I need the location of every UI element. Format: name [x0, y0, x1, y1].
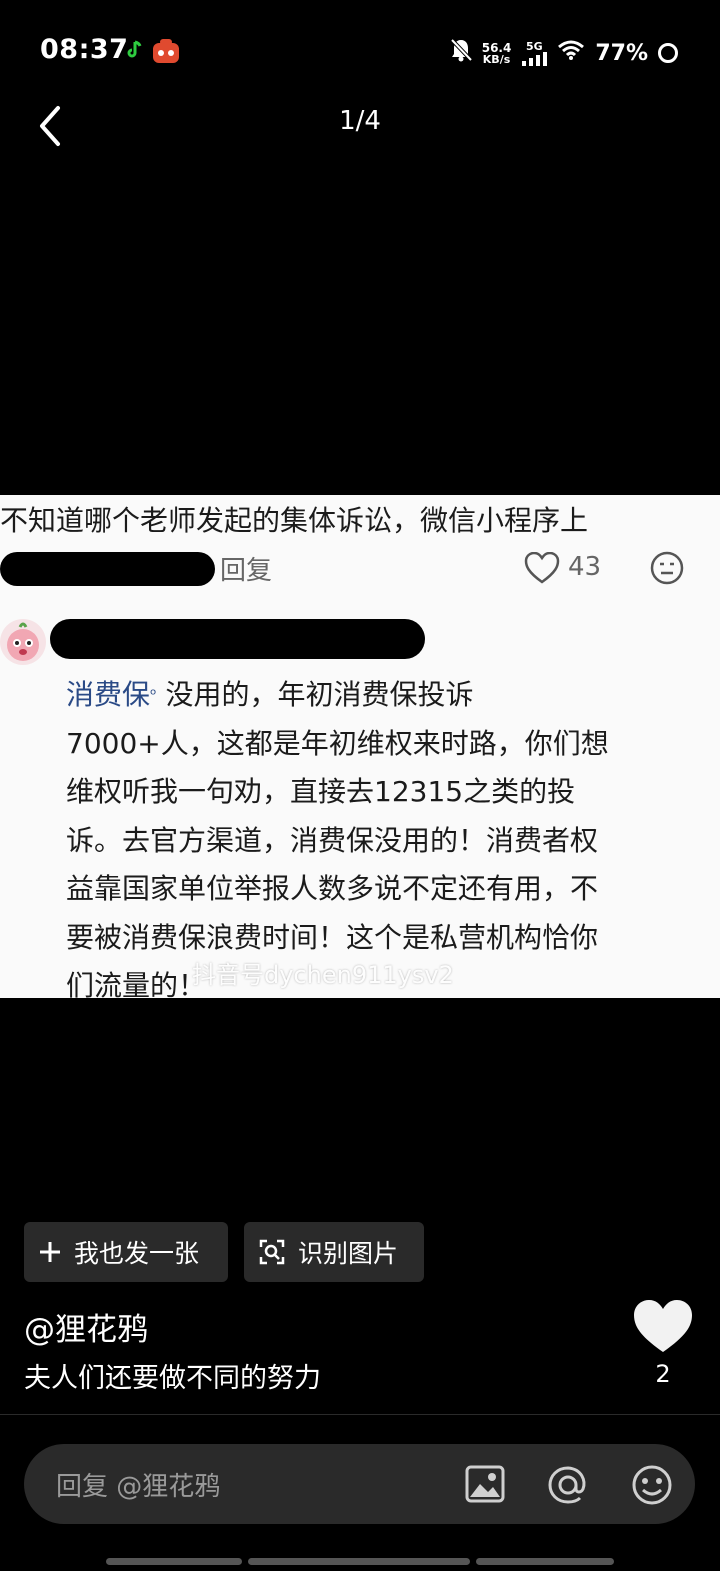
reply-label: 回复 — [220, 556, 273, 586]
search-icon: ᵒ — [150, 685, 157, 704]
heart-icon — [634, 1300, 692, 1352]
net-speed: 56.4 KB/s — [482, 42, 512, 65]
emoji-face-icon — [650, 551, 684, 589]
music-app-icon — [126, 40, 142, 64]
redacted-commenter-name — [50, 619, 425, 659]
post-author[interactable]: @狸花鸦 — [24, 1304, 148, 1349]
post-image-button[interactable]: 我也发一张 — [24, 1222, 228, 1282]
post-image-label: 我也发一张 — [74, 1239, 200, 1268]
watermark: 抖音号dychen911ysv2 — [192, 961, 454, 989]
redacted-username — [0, 552, 215, 586]
comment-body-line: 消费保ᵒ 没用的，年初消费保投诉 — [66, 671, 686, 720]
comment-body-line: 维权听我一句劝，直接去12315之类的投 — [66, 775, 576, 808]
comment-body-text: 没用的，年初消费保投诉 — [165, 678, 474, 711]
battery-icon — [658, 43, 678, 63]
image-counter: 1/4 — [339, 106, 381, 136]
bell-muted-icon — [450, 38, 473, 68]
recognize-image-button[interactable]: 识别图片 — [244, 1222, 424, 1282]
comment-body-line: 7000+人，这都是年初维权来时路，你们想 — [66, 726, 609, 760]
battery-percent: 77% — [595, 40, 648, 66]
gesture-bar — [248, 1558, 470, 1565]
like-button[interactable] — [632, 1298, 694, 1358]
comment-body-line: 益靠国家单位举报人数多说不定还有用，不 — [66, 872, 599, 905]
wifi-icon — [557, 39, 585, 67]
reply-input[interactable]: 回复 @狸花鸦 — [24, 1444, 695, 1524]
comment-line: 不知道哪个老师发起的集体诉讼，微信小程序上 — [0, 504, 589, 537]
comment-body-line: 诉。去官方渠道，消费保没用的！消费者权 — [66, 823, 599, 857]
shopping-app-icon — [152, 38, 180, 68]
image-picker-button[interactable] — [464, 1464, 506, 1508]
at-icon — [548, 1466, 586, 1504]
recognize-image-label: 识别图片 — [298, 1239, 399, 1268]
scan-icon — [259, 1239, 285, 1265]
net-speed-unit: KB/s — [482, 52, 511, 66]
comment-body: 消费保ᵒ 没用的，年初消费保投诉 7000+人，这都是年初维权来时路，你们想 维… — [66, 671, 686, 998]
smiley-icon — [632, 1465, 672, 1505]
comment-screenshot-image[interactable]: 不知道哪个老师发起的集体诉讼，微信小程序上 回复 43 消费保ᵒ 没用的，年初消… — [0, 495, 720, 998]
divider — [0, 1414, 720, 1415]
gesture-bar — [476, 1558, 614, 1565]
comment-meta-row: 回复 43 — [0, 550, 720, 590]
plus-icon — [40, 1242, 60, 1262]
status-time: 08:37 — [40, 34, 129, 65]
keyword-link: 消费保 — [66, 678, 151, 711]
comment-like-count: 43 — [568, 552, 602, 582]
gesture-bar — [106, 1558, 242, 1565]
post-like-count: 2 — [655, 1360, 671, 1388]
commenter-avatar — [0, 619, 46, 665]
net-speed-value: 56.4 — [481, 40, 512, 55]
signal-bars-icon — [522, 51, 548, 66]
emoji-button[interactable] — [630, 1464, 674, 1510]
reply-placeholder: 回复 @狸花鸦 — [56, 1472, 221, 1502]
image-icon — [465, 1465, 505, 1503]
heart-outline-icon — [524, 551, 560, 588]
network-type: 5G — [525, 39, 543, 53]
cell-signal: 5G — [521, 39, 548, 66]
mention-button[interactable] — [546, 1464, 590, 1510]
status-icons: 56.4 KB/s 5G 77% — [450, 38, 678, 68]
post-caption: 夫人们还要做不同的努力 — [24, 1363, 321, 1394]
